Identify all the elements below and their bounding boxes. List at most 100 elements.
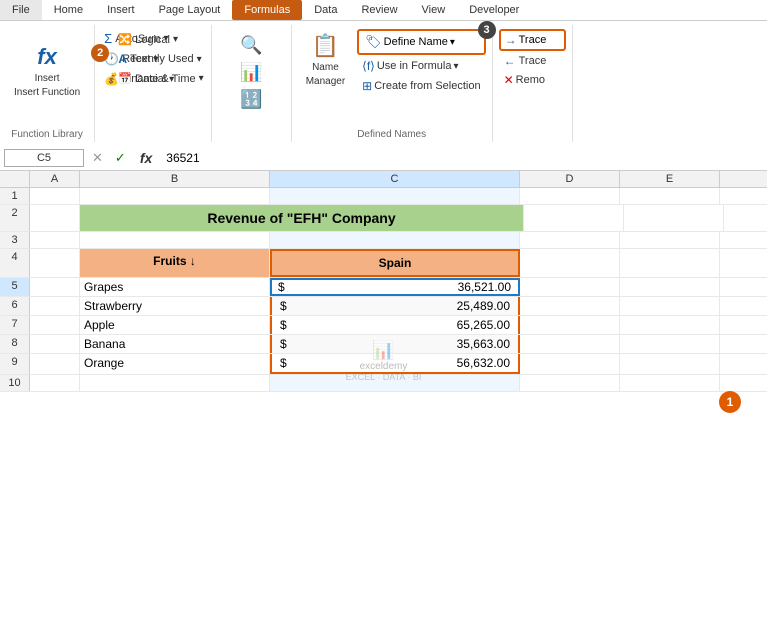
cell-b3[interactable] — [80, 232, 270, 248]
row-header-2[interactable]: 2 — [0, 205, 30, 231]
use-formula-dropdown[interactable]: ▾ — [453, 61, 458, 72]
insert-function-button[interactable]: fx Insert Insert Function — [6, 40, 88, 102]
cell-d7[interactable] — [520, 316, 620, 334]
cell-b6-strawberry[interactable]: Strawberry — [80, 297, 270, 315]
text-icon: A — [118, 52, 127, 66]
cell-b4-header[interactable]: Fruits ↓ — [80, 249, 270, 277]
cell-a2[interactable] — [30, 205, 80, 231]
row-header-6[interactable]: 6 — [0, 297, 30, 315]
text-button[interactable]: A Text ▾ — [113, 50, 163, 68]
row-header-5[interactable]: 5 — [0, 278, 30, 296]
cell-reference-box[interactable] — [4, 149, 84, 167]
datetime-button[interactable]: 📅 Date & Time ▾ — [113, 70, 208, 87]
cell-e5[interactable] — [620, 278, 720, 296]
text-dropdown-icon[interactable]: ▾ — [153, 54, 158, 65]
tab-formulas[interactable]: Formulas — [232, 0, 302, 20]
cell-a6[interactable] — [30, 297, 80, 315]
name-manager-label: Name — [312, 62, 339, 73]
formula-input[interactable] — [162, 149, 763, 167]
row-header-7[interactable]: 7 — [0, 316, 30, 334]
cell-d2[interactable] — [524, 205, 624, 231]
cell-d1[interactable] — [520, 188, 620, 204]
confirm-formula-button[interactable]: ✓ — [111, 149, 130, 167]
row-header-4[interactable]: 4 — [0, 249, 30, 277]
cell-c7-value[interactable]: $ 65,265.00 — [270, 316, 520, 334]
cell-d6[interactable] — [520, 297, 620, 315]
row-header-9[interactable]: 9 — [0, 354, 30, 374]
col-header-e[interactable]: E — [620, 171, 720, 187]
cell-d3[interactable] — [520, 232, 620, 248]
cell-e10[interactable] — [620, 375, 720, 391]
math-button[interactable]: 🔢 — [235, 87, 267, 112]
cell-d8[interactable] — [520, 335, 620, 353]
cell-c1[interactable] — [270, 188, 520, 204]
tab-view[interactable]: View — [410, 0, 458, 20]
cell-a7[interactable] — [30, 316, 80, 334]
trace-dependents-button[interactable]: ← Trace — [499, 52, 566, 70]
cell-b9-orange[interactable]: Orange — [80, 354, 270, 374]
use-in-formula-label: Use in Formula — [377, 60, 452, 72]
cell-b2-title[interactable]: Revenue of "EFH" Company — [80, 205, 524, 231]
more-functions-button[interactable]: 📊 — [235, 60, 267, 85]
tab-insert[interactable]: Insert — [95, 0, 147, 20]
tab-data[interactable]: Data — [302, 0, 349, 20]
col-header-b[interactable]: B — [80, 171, 270, 187]
cell-b1[interactable] — [80, 188, 270, 204]
math-icon: 🔢 — [240, 89, 262, 110]
cell-b5-grapes[interactable]: Grapes — [80, 278, 270, 296]
cell-d5[interactable] — [520, 278, 620, 296]
col-header-c[interactable]: C — [270, 171, 520, 187]
cell-e3[interactable] — [620, 232, 720, 248]
cell-e1[interactable] — [620, 188, 720, 204]
cell-c4-spain[interactable]: Spain — [270, 249, 520, 277]
define-name-box[interactable]: 🏷 Define Name ▾ — [357, 29, 485, 55]
cell-e7[interactable] — [620, 316, 720, 334]
row-header-8[interactable]: 8 — [0, 335, 30, 353]
row-header-3[interactable]: 3 — [0, 232, 30, 248]
cell-a1[interactable] — [30, 188, 80, 204]
cell-e2[interactable] — [624, 205, 724, 231]
cell-a3[interactable] — [30, 232, 80, 248]
row-header-1[interactable]: 1 — [0, 188, 30, 204]
cell-e8[interactable] — [620, 335, 720, 353]
col-header-a[interactable]: A — [30, 171, 80, 187]
lookup-button[interactable]: 🔍 — [235, 33, 267, 58]
tab-home[interactable]: Home — [42, 0, 95, 20]
datetime-dropdown-icon[interactable]: ▾ — [199, 73, 204, 84]
tab-page-layout[interactable]: Page Layout — [147, 0, 233, 20]
cancel-formula-button[interactable]: ✕ — [88, 149, 107, 167]
group-function-library: Σ AutoSum ▾ 🕐 Recently Used ▾ 2 — [95, 25, 212, 142]
use-in-formula-button[interactable]: ⟨f⟩ Use in Formula ▾ — [357, 57, 485, 75]
tab-review[interactable]: Review — [349, 0, 409, 20]
dollar-sign-6: $ — [280, 299, 287, 313]
tab-developer[interactable]: Developer — [457, 0, 531, 20]
name-manager-button[interactable]: 📋 Name Manager — [298, 29, 353, 112]
trace-precedents-box[interactable]: → Trace — [499, 29, 566, 51]
cell-b7-apple[interactable]: Apple — [80, 316, 270, 334]
cell-c6-value[interactable]: $ 25,489.00 — [270, 297, 520, 315]
cell-e4[interactable] — [620, 249, 720, 277]
cell-a10[interactable] — [30, 375, 80, 391]
row-header-10[interactable]: 10 — [0, 375, 30, 391]
define-name-dropdown[interactable]: ▾ — [450, 37, 455, 48]
cell-c3[interactable] — [270, 232, 520, 248]
logical-button[interactable]: 🔀 Logical ▾ — [113, 31, 183, 48]
cell-a9[interactable] — [30, 354, 80, 374]
cell-e6[interactable] — [620, 297, 720, 315]
value-8: 35,663.00 — [457, 337, 510, 351]
cell-b8-banana[interactable]: Banana — [80, 335, 270, 353]
cell-e9[interactable] — [620, 354, 720, 374]
logical-dropdown-icon[interactable]: ▾ — [173, 34, 178, 45]
tab-file[interactable]: File — [0, 0, 42, 20]
cell-d10[interactable] — [520, 375, 620, 391]
cell-c5-value[interactable]: $ 36,521.00 — [270, 278, 520, 296]
cell-a4[interactable] — [30, 249, 80, 277]
create-from-selection-button[interactable]: ⊞ Create from Selection — [357, 77, 485, 95]
cell-a5[interactable] — [30, 278, 80, 296]
datetime-label: Date & Time — [135, 73, 196, 85]
col-header-d[interactable]: D — [520, 171, 620, 187]
cell-a8[interactable] — [30, 335, 80, 353]
cell-d4[interactable] — [520, 249, 620, 277]
cell-d9[interactable] — [520, 354, 620, 374]
cell-b10[interactable] — [80, 375, 270, 391]
